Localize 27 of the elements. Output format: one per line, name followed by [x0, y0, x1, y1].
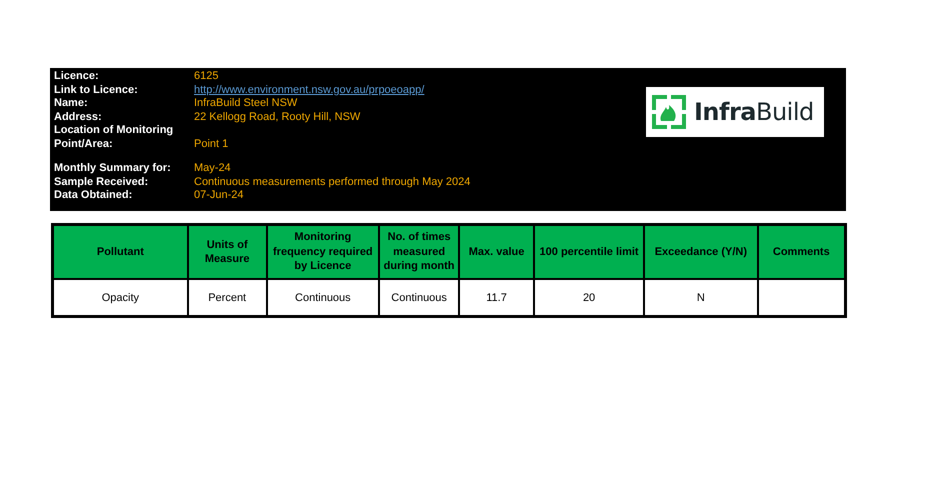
column-header: Pollutant [52, 224, 188, 279]
column-header: Exceedance (Y/N) [644, 224, 758, 279]
column-header: Monitoring frequency required by Licence [266, 224, 380, 279]
field-value: 22 Kellogg Road, Rooty Hill, NSW [194, 110, 362, 123]
field-label: Point/Area: [54, 138, 114, 150]
field-label: Licence: [54, 70, 100, 82]
field-value: 6125 [194, 70, 220, 82]
field-label: Link to Licence: [54, 84, 139, 96]
field-value: Point 1 [194, 138, 230, 150]
licence-link[interactable]: http://www.environment.nsw.gov.au/prpoeoapp/ [194, 84, 470, 96]
logo-icon [652, 95, 686, 129]
column-header: 100 percentile limit [534, 224, 644, 279]
field-label: Name: [54, 97, 89, 110]
column-header: Max. value [459, 224, 534, 279]
field-value: InfraBuild Steel NSW [194, 97, 298, 110]
field-label: Sample Received: [54, 176, 150, 188]
field-value: 07-Jun-24 [194, 189, 245, 202]
field-value: May-24 [194, 162, 232, 174]
column-header: Units of Measure [188, 224, 267, 279]
field-label: Data Obtained: [54, 189, 134, 202]
field-value: Continuous measurements performed through May 2024 [194, 176, 470, 188]
field-label: Address: [54, 110, 103, 123]
column-header: No. of times measured during month [379, 224, 460, 279]
column-header: Comments [758, 224, 846, 279]
field-label: Monthly Summary for: [54, 162, 172, 174]
field-label: Location of Monitoring [54, 124, 174, 136]
logo-text: InfraBuild [694, 98, 814, 126]
